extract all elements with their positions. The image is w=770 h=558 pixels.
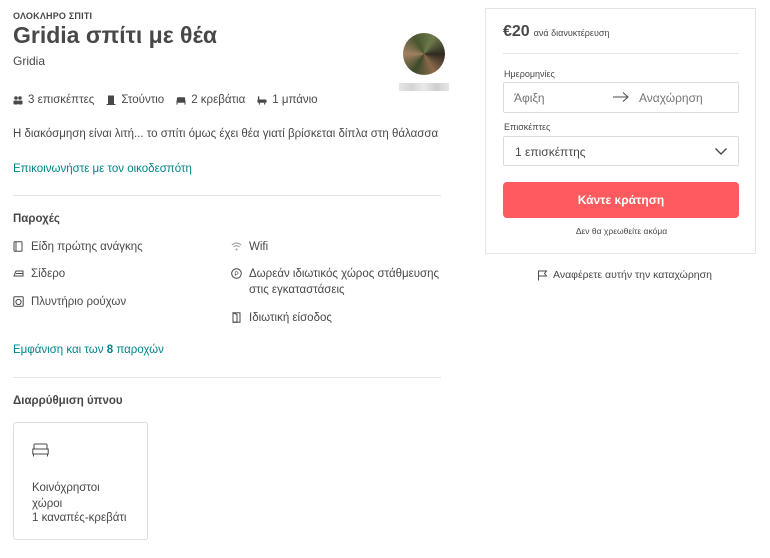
amenity-label: Πλυντήριο ρούχων <box>31 296 127 308</box>
amenity-private-entrance: Ιδιωτική είσοδος <box>231 310 332 326</box>
amenity-label: Σίδερο <box>31 268 66 280</box>
amenity-washer: Πλυντήριο ρούχων <box>13 294 126 310</box>
checkout-input[interactable]: Αναχώρηση <box>639 91 703 105</box>
contact-host-link[interactable]: Επικοινωνήστε με τον οικοδεσπότη <box>13 163 192 175</box>
amenity-label: Είδη πρώτης ανάγκης <box>31 241 143 253</box>
door-icon <box>106 95 116 105</box>
listing-city: Gridia <box>13 54 46 68</box>
nightly-price: €20 <box>503 23 530 40</box>
stat-guests-label: 3 επισκέπτες <box>28 94 95 106</box>
dates-field: Άφιξη Αναχώρηση <box>503 82 739 113</box>
divider <box>13 195 441 196</box>
bed-icon <box>32 443 49 457</box>
show-all-prefix: Εμφάνιση και των <box>13 344 107 356</box>
amenity-label: Ιδιωτική είσοδος <box>249 312 332 324</box>
amenity-label: Δωρεάν ιδιωτικός χώρος στάθμευσης στις ε… <box>249 268 440 296</box>
show-all-suffix: παροχών <box>113 344 164 356</box>
sleeping-room-name: Κοινόχρηστοι χώροι <box>32 482 100 510</box>
listing-title: Gridia σπίτι με θέα <box>13 22 217 48</box>
guests-label: Επισκέπτες <box>504 122 551 132</box>
report-label: Αναφέρετε αυτήν την καταχώρηση <box>553 269 712 281</box>
guests-select[interactable]: 1 επισκέπτης <box>503 136 739 166</box>
washer-icon <box>13 296 24 307</box>
bath-icon <box>257 96 267 105</box>
no-charge-note: Δεν θα χρεωθείτε ακόμα <box>575 226 668 236</box>
stat-baths-label: 1 μπάνιο <box>272 94 318 106</box>
booking-panel: €20 ανά διανυκτέρευση Ημερομηνίες Άφιξη … <box>485 8 756 254</box>
arrow-right-icon <box>613 92 629 102</box>
host-name-blurred <box>399 83 449 91</box>
show-all-amenities-link[interactable]: Εμφάνιση και των 8 παροχών <box>13 344 164 356</box>
guests-icon <box>13 96 23 105</box>
sleeping-title: Διαρρύθμιση ύπνου <box>13 395 123 407</box>
amenity-essentials: Είδη πρώτης ανάγκης <box>13 239 143 255</box>
checkin-input[interactable]: Άφιξη <box>514 91 545 105</box>
amenity-parking: P Δωρεάν ιδιωτικός χώρος στάθμευσης στις… <box>231 266 443 298</box>
dates-label: Ημερομηνίες <box>504 69 555 79</box>
amenities-title: Παροχές <box>13 213 60 225</box>
bed-icon <box>176 97 186 105</box>
amenity-wifi: Wifi <box>231 239 268 255</box>
listing-type-label: ΟΛΟΚΛΗΡΟ ΣΠΙΤΙ <box>13 11 93 21</box>
stat-baths: 1 μπάνιο <box>257 94 318 106</box>
listing-description: Η διακόσμηση είναι λιτή... το σπίτι όμως… <box>13 128 439 140</box>
price-row: €20 ανά διανυκτέρευση <box>503 23 609 41</box>
sleeping-bed-count: 1 καναπές-κρεβάτι <box>32 512 127 524</box>
chevron-down-icon <box>715 148 727 155</box>
divider <box>503 53 739 54</box>
stat-beds-label: 2 κρεβάτια <box>191 94 246 106</box>
svg-text:P: P <box>234 271 238 278</box>
per-night-label: ανά διανυκτέρευση <box>533 28 610 38</box>
stat-guests: 3 επισκέπτες <box>13 94 94 106</box>
wifi-icon <box>231 242 242 251</box>
amenity-label: Wifi <box>249 241 269 253</box>
guests-value: 1 επισκέπτης <box>515 145 586 159</box>
amenity-iron: Σίδερο <box>13 266 65 282</box>
stat-room-type: Στούντιο <box>106 94 164 106</box>
host-avatar[interactable] <box>403 33 445 75</box>
divider <box>13 377 441 378</box>
listing-stats: 3 επισκέπτες Στούντιο 2 κρεβάτια 1 μπάνι… <box>13 94 318 106</box>
stat-room-type-label: Στούντιο <box>121 94 165 106</box>
parking-icon: P <box>231 268 242 279</box>
private-entrance-icon <box>232 312 241 323</box>
stat-beds: 2 κρεβάτια <box>176 94 245 106</box>
iron-icon <box>13 270 24 277</box>
book-button[interactable]: Κάντε κράτηση <box>503 182 739 218</box>
sleeping-arrangement-card: Κοινόχρηστοι χώροι 1 καναπές-κρεβάτι <box>13 422 148 540</box>
essentials-icon <box>13 241 23 252</box>
flag-icon <box>538 270 548 280</box>
report-listing-link[interactable]: Αναφέρετε αυτήν την καταχώρηση <box>537 269 712 281</box>
